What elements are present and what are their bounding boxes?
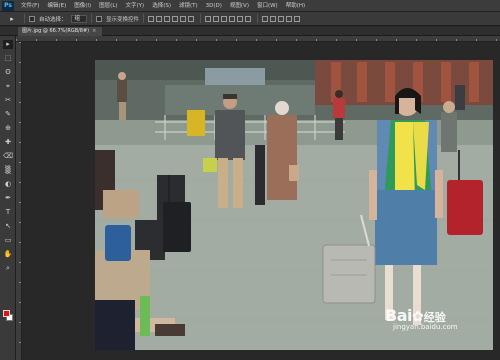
align-center-icon[interactable] bbox=[180, 15, 187, 22]
move-tool-preset-icon[interactable]: ▸ bbox=[4, 14, 20, 24]
eraser-tool-icon[interactable]: ⌫ bbox=[3, 152, 13, 161]
distribute-right-icon[interactable] bbox=[245, 15, 252, 22]
crop-tool-icon[interactable]: ✂ bbox=[3, 96, 13, 105]
3d-mode-group bbox=[262, 15, 302, 22]
align-middle-icon[interactable] bbox=[156, 15, 163, 22]
watermark-url: jingyan.baidu.com bbox=[393, 323, 458, 331]
app-logo: Ps bbox=[2, 0, 14, 11]
divider bbox=[91, 14, 93, 23]
menu-select[interactable]: 选择(S) bbox=[148, 0, 175, 12]
pen-tool-icon[interactable]: ✒ bbox=[3, 194, 13, 203]
3d-slide-icon[interactable] bbox=[286, 15, 293, 22]
distribute-left-icon[interactable] bbox=[229, 15, 236, 22]
photoshop-window: Ps 文件(F) 编辑(E) 图像(I) 图层(L) 文字(Y) 选择(S) 滤… bbox=[0, 0, 500, 360]
distribute-top-icon[interactable] bbox=[205, 15, 212, 22]
baidu-watermark: Bai✿经验 jingyan.baidu.com bbox=[385, 306, 458, 331]
distribute-buttons-group bbox=[205, 15, 253, 22]
menu-edit[interactable]: 编辑(E) bbox=[43, 0, 70, 12]
divider bbox=[143, 14, 145, 23]
dodge-tool-icon[interactable]: ◐ bbox=[3, 180, 13, 189]
menu-file[interactable]: 文件(F) bbox=[17, 0, 43, 12]
menu-3d[interactable]: 3D(D) bbox=[202, 0, 226, 12]
menu-bar: Ps 文件(F) 编辑(E) 图像(I) 图层(L) 文字(Y) 选择(S) 滤… bbox=[0, 0, 500, 12]
menu-layer[interactable]: 图层(L) bbox=[95, 0, 121, 12]
toolbox: ▸ ⬚ ʘ ⌖ ✂ ✎ ⊕ ✚ ⌫ ▒ ◐ ✒ T ↖ ▭ ✋ ⌕ bbox=[0, 36, 16, 360]
show-transform-label: 显示变换控件 bbox=[106, 16, 140, 23]
3d-roll-icon[interactable] bbox=[270, 15, 277, 22]
type-tool-icon[interactable]: T bbox=[3, 208, 13, 217]
eyedropper-tool-icon[interactable]: ✎ bbox=[3, 110, 13, 119]
zoom-tool-icon[interactable]: ⌕ bbox=[3, 264, 13, 273]
auto-select-checkbox[interactable] bbox=[29, 15, 35, 22]
marquee-tool-icon[interactable]: ⬚ bbox=[3, 54, 13, 63]
menu-view[interactable]: 视图(V) bbox=[226, 0, 253, 12]
align-right-icon[interactable] bbox=[188, 15, 195, 22]
healing-brush-tool-icon[interactable]: ⊕ bbox=[3, 124, 13, 133]
hand-tool-icon[interactable]: ✋ bbox=[3, 250, 13, 259]
distribute-center-icon[interactable] bbox=[237, 15, 244, 22]
document-tab-bar: 图片.jpg @ 66.7%(RGB/8#) × bbox=[0, 27, 500, 36]
distribute-bottom-icon[interactable] bbox=[221, 15, 228, 22]
document-tab-label: 图片.jpg @ 66.7%(RGB/8#) bbox=[22, 28, 90, 34]
path-select-tool-icon[interactable]: ↖ bbox=[3, 222, 13, 231]
show-transform-checkbox[interactable] bbox=[96, 15, 103, 22]
align-left-icon[interactable] bbox=[172, 15, 179, 22]
3d-scale-icon[interactable] bbox=[294, 15, 301, 22]
divider bbox=[257, 14, 259, 23]
menu-image[interactable]: 图像(I) bbox=[70, 0, 95, 12]
quick-select-tool-icon[interactable]: ⌖ bbox=[3, 82, 13, 91]
divider bbox=[200, 14, 202, 23]
distribute-middle-icon[interactable] bbox=[213, 15, 220, 22]
divider bbox=[24, 14, 25, 23]
gradient-tool-icon[interactable]: ▒ bbox=[3, 166, 13, 175]
auto-select-label: 自动选择： bbox=[39, 16, 67, 23]
auto-select-dropdown[interactable]: 组 bbox=[70, 14, 88, 23]
3d-rotate-icon[interactable] bbox=[262, 15, 269, 22]
shape-tool-icon[interactable]: ▭ bbox=[3, 236, 13, 245]
options-bar: ▸ 自动选择： 组 显示变换控件 bbox=[0, 12, 500, 26]
menu-window[interactable]: 窗口(W) bbox=[253, 0, 282, 12]
brush-tool-icon[interactable]: ✚ bbox=[3, 138, 13, 147]
align-bottom-icon[interactable] bbox=[164, 15, 171, 22]
align-top-icon[interactable] bbox=[148, 15, 155, 22]
image-canvas[interactable]: Bai✿经验 jingyan.baidu.com bbox=[95, 60, 493, 350]
foreground-color-swatch[interactable] bbox=[3, 310, 10, 317]
menu-filter[interactable]: 滤镜(T) bbox=[175, 0, 202, 12]
close-icon[interactable]: × bbox=[92, 28, 96, 34]
document-tab[interactable]: 图片.jpg @ 66.7%(RGB/8#) × bbox=[18, 27, 103, 36]
move-tool-icon[interactable]: ▸ bbox=[3, 40, 13, 49]
align-buttons-group bbox=[148, 15, 196, 22]
menu-type[interactable]: 文字(Y) bbox=[122, 0, 149, 12]
lasso-tool-icon[interactable]: ʘ bbox=[3, 68, 13, 77]
menu-help[interactable]: 帮助(H) bbox=[282, 0, 309, 12]
3d-pan-icon[interactable] bbox=[278, 15, 285, 22]
